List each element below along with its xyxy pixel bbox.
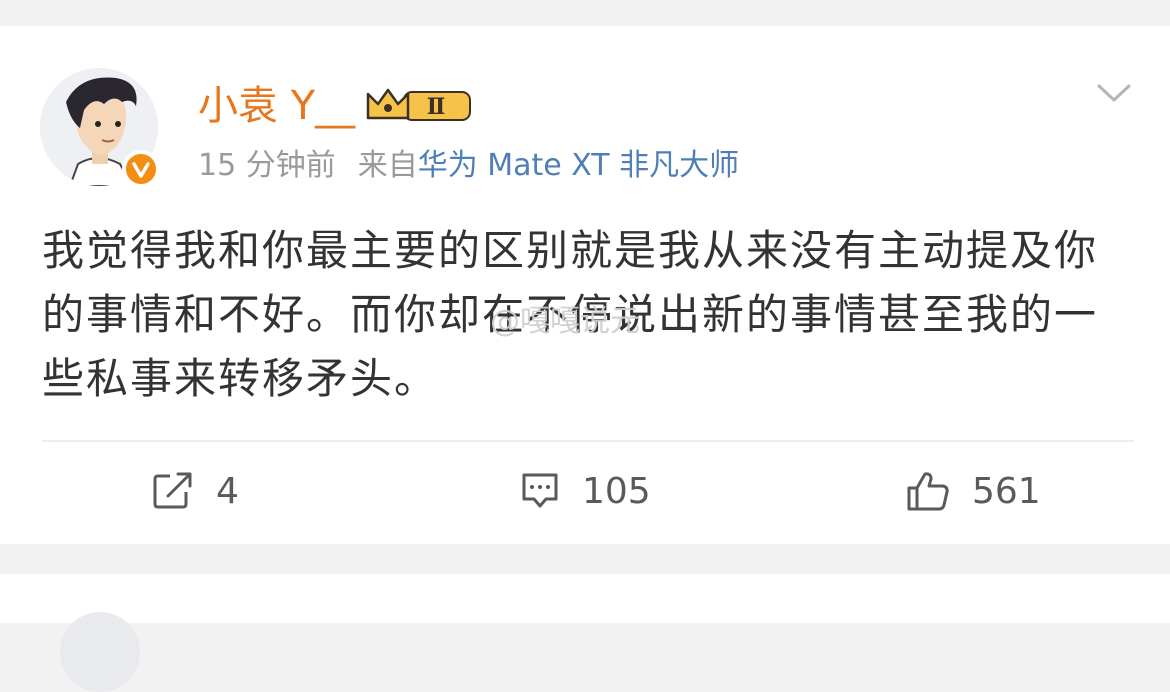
device-source-link[interactable]: 华为 Mate XT 非凡大师 (418, 148, 739, 183)
divider (42, 440, 1134, 442)
card-separator (0, 544, 1170, 574)
like-button[interactable]: 561 (906, 466, 1041, 516)
repost-count: 4 (216, 470, 239, 512)
comment-count: 105 (582, 470, 651, 512)
top-separator (0, 0, 1170, 26)
comment-icon (522, 473, 558, 508)
vip-level: Ⅱ (427, 94, 446, 120)
like-icon (907, 472, 949, 511)
repost-icon (153, 472, 192, 509)
like-count: 561 (972, 470, 1041, 512)
post-time: 15 分钟前 (198, 148, 336, 183)
comment-button[interactable]: 105 (520, 466, 651, 516)
crown-vip-icon[interactable]: Ⅱ (366, 86, 476, 130)
source-prefix: 来自 (357, 148, 418, 183)
verified-icon (122, 150, 160, 188)
next-post-card (0, 574, 1170, 692)
next-post-avatar[interactable] (60, 612, 140, 692)
chevron-down-icon[interactable] (1096, 82, 1132, 108)
weibo-watermark: @嘎嘎说元 (490, 304, 640, 339)
repost-button[interactable]: 4 (152, 466, 239, 516)
post-meta: 15 分钟前 来自华为 Mate XT 非凡大师 (198, 146, 739, 186)
username-link[interactable]: 小袁 Y__ (198, 80, 355, 132)
